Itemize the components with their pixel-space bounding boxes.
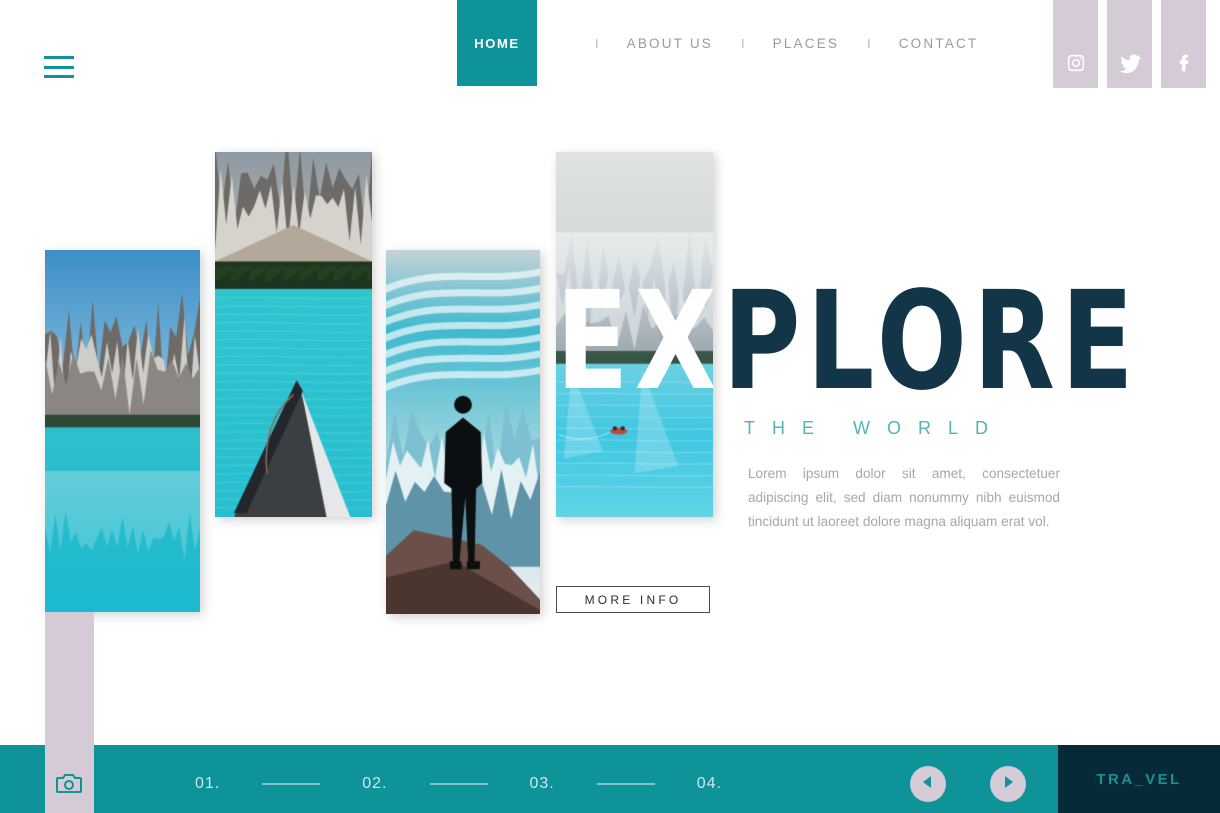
photo-aerial-lake [556, 152, 713, 517]
camera-icon[interactable] [56, 772, 82, 794]
play-right-icon [1001, 775, 1015, 794]
hamburger-line-3 [44, 75, 74, 78]
hero-title-dark: PLORE [722, 263, 1140, 421]
pager-divider-2 [429, 783, 488, 785]
twitter-icon [1119, 52, 1141, 79]
top-strip-gap-1 [1098, 0, 1107, 6]
brand-logo[interactable]: TRA_VEL [1058, 745, 1220, 813]
main-navigation: HOME I ABOUT US I PLACES I CONTACT [457, 0, 978, 86]
nav-links: I ABOUT US I PLACES I CONTACT [537, 0, 978, 86]
social-link-facebook[interactable] [1161, 0, 1206, 88]
photo-mountain-lake [45, 250, 200, 612]
hamburger-menu-icon[interactable] [44, 56, 74, 78]
pager-item-3[interactable]: 03. [530, 775, 555, 793]
nav-item-places[interactable]: PLACES [773, 36, 839, 51]
more-info-button[interactable]: MORE INFO [556, 586, 710, 613]
nav-separator-3: I [867, 35, 871, 51]
brand-label: TRA_VEL [1096, 770, 1182, 788]
slide-pagination: 01. 02. 03. 04. [195, 775, 722, 793]
pager-divider-3 [596, 783, 655, 785]
next-slide-button[interactable] [990, 766, 1026, 802]
nav-item-home[interactable]: HOME [457, 0, 537, 86]
nav-separator-2: I [741, 35, 745, 51]
gallery-photo-1[interactable] [45, 250, 200, 612]
pager-item-4[interactable]: 04. [697, 775, 722, 793]
hero-subtitle: THE WORLD [744, 418, 1005, 438]
facebook-icon [1173, 52, 1195, 79]
photo-canoe-lake [215, 152, 372, 517]
hero-paragraph: Lorem ipsum dolor sit amet, consectetuer… [748, 466, 1060, 529]
social-link-instagram[interactable] [1053, 0, 1098, 88]
hamburger-line-1 [44, 56, 74, 59]
hamburger-line-2 [44, 65, 74, 69]
social-link-twitter[interactable] [1107, 0, 1152, 88]
gallery-photo-3[interactable] [386, 250, 540, 614]
top-strip-gap-3 [1206, 0, 1220, 6]
nav-item-contact[interactable]: CONTACT [899, 36, 979, 51]
pager-item-1[interactable]: 01. [195, 775, 220, 793]
prev-slide-button[interactable] [910, 766, 946, 802]
pager-item-2[interactable]: 02. [362, 775, 387, 793]
top-strip-gap-2 [1152, 0, 1161, 6]
instagram-icon [1065, 52, 1087, 79]
page-root: HOME I ABOUT US I PLACES I CONTACT EXPLO… [0, 0, 1220, 813]
gallery-photo-4[interactable] [556, 152, 713, 517]
pager-divider-1 [262, 783, 321, 785]
play-left-icon [921, 775, 935, 794]
gallery-photo-2[interactable] [215, 152, 372, 517]
nav-item-about-us[interactable]: ABOUT US [627, 36, 713, 51]
nav-separator-1: I [595, 35, 599, 51]
photo-hiker-silhouette [386, 250, 540, 614]
nav-home-label: HOME [474, 35, 520, 51]
